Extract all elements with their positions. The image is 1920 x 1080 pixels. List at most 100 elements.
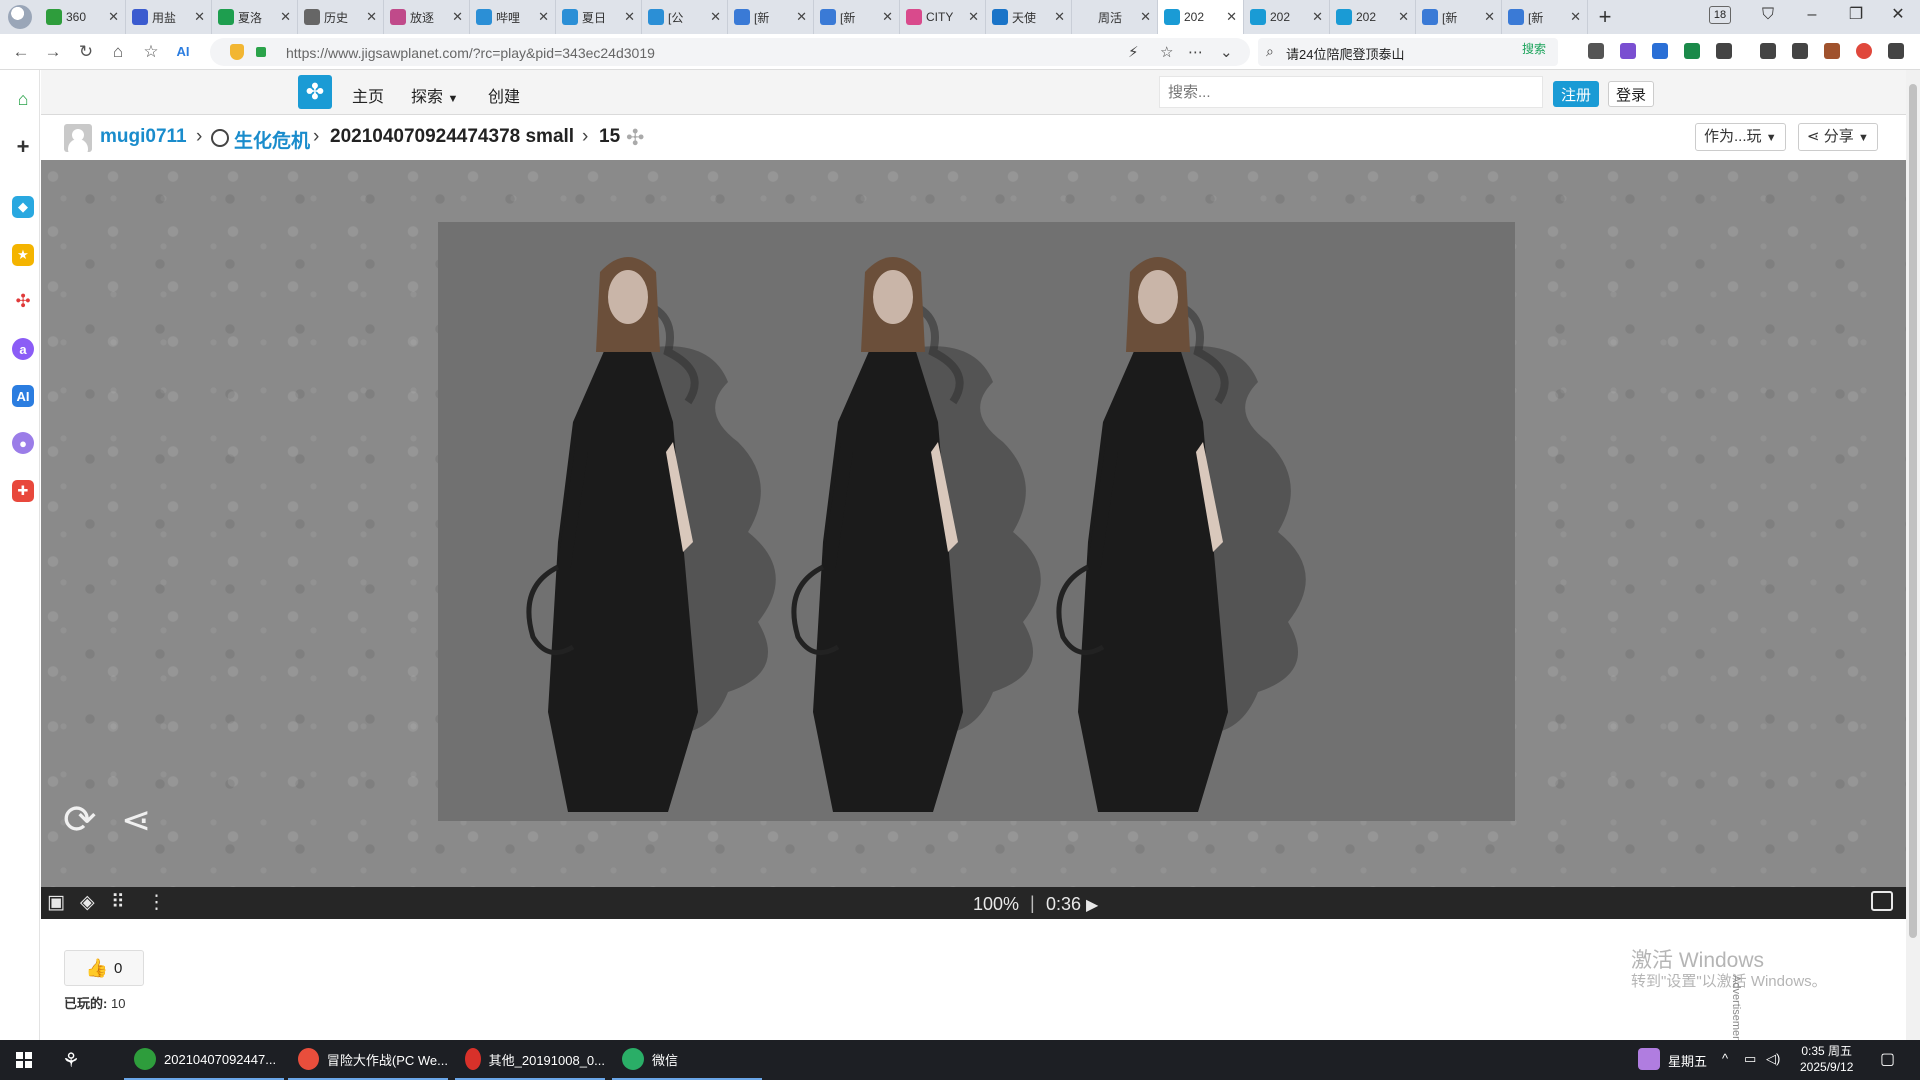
favorites-icon[interactable]: ☆ <box>138 39 164 65</box>
extension-word-icon[interactable] <box>1684 43 1700 59</box>
browser-search-button[interactable]: 搜索 <box>1522 40 1546 57</box>
tab-close-icon[interactable]: ✕ <box>710 9 721 25</box>
notification-icon[interactable]: ▢ <box>1880 1049 1895 1069</box>
sidebar-bot-icon[interactable]: ● <box>12 432 34 454</box>
browser-tab[interactable]: [新 ✕ <box>728 0 814 34</box>
browser-tab[interactable]: 202 ✕ <box>1158 0 1244 34</box>
browser-tab[interactable]: CITY ✕ <box>900 0 986 34</box>
jigsaw-planet-logo-icon[interactable]: ✤ <box>298 75 332 109</box>
sidebar-game-icon[interactable]: ✚ <box>12 480 34 502</box>
tab-close-icon[interactable]: ✕ <box>882 9 893 25</box>
search-taskbar-icon[interactable]: ⚘ <box>62 1048 80 1073</box>
calendar-app-icon[interactable] <box>1638 1048 1660 1070</box>
page-scrollbar[interactable] <box>1906 70 1920 1040</box>
share-dropdown[interactable]: ⋖ 分享 ▼ <box>1798 123 1878 151</box>
share-icon[interactable]: ⋖ <box>121 799 151 841</box>
browser-tab[interactable]: 夏洛 ✕ <box>212 0 298 34</box>
browser-tab[interactable]: 放逐 ✕ <box>384 0 470 34</box>
browser-tab[interactable]: 202 ✕ <box>1330 0 1416 34</box>
undo-icon[interactable] <box>1792 43 1808 59</box>
browser-search-input[interactable]: ⌕ 请24位陪爬登顶泰山 <box>1258 38 1558 66</box>
tab-close-icon[interactable]: ✕ <box>366 9 377 25</box>
sidebar-ai-icon[interactable]: AI <box>12 385 34 407</box>
tab-close-icon[interactable]: ✕ <box>968 9 979 25</box>
home-page-icon[interactable]: ⌂ <box>105 39 131 65</box>
breadcrumb-user-link[interactable]: mugi0711 <box>100 126 187 148</box>
bookmark-star-icon[interactable]: ☆ <box>1160 43 1173 61</box>
taskbar-app-button[interactable]: 20210407092447... <box>124 1040 284 1080</box>
breadcrumb-folder-link[interactable]: 生化危机 <box>234 126 310 153</box>
browser-tab[interactable]: [公 ✕ <box>642 0 728 34</box>
browser-tab[interactable]: [新 ✕ <box>1416 0 1502 34</box>
tab-close-icon[interactable]: ✕ <box>796 9 807 25</box>
tab-close-icon[interactable]: ✕ <box>108 9 119 25</box>
taskbar-app-button[interactable]: 冒险大作战(PC We... <box>288 1040 448 1080</box>
download-icon[interactable] <box>1760 43 1776 59</box>
reload-icon[interactable]: ↻ <box>73 39 99 65</box>
tab-close-icon[interactable]: ✕ <box>1140 9 1151 25</box>
browser-tab[interactable]: 周活 ✕ <box>1072 0 1158 34</box>
browser-tab[interactable]: 夏日 ✕ <box>556 0 642 34</box>
nav-home-link[interactable]: 主页 <box>352 83 384 107</box>
briefcase-icon[interactable] <box>1824 43 1840 59</box>
volume-icon[interactable]: ◁) <box>1766 1051 1780 1067</box>
lightning-icon[interactable]: ⚡ <box>1128 43 1139 61</box>
nav-explore-link[interactable]: 探索 ▼ <box>411 83 458 107</box>
back-icon[interactable]: ← <box>8 39 34 65</box>
browser-tab[interactable]: [新 ✕ <box>1502 0 1588 34</box>
color-wheel-icon[interactable] <box>1856 43 1872 59</box>
url-field[interactable]: https://www.jigsawplanet.com/?rc=play&pi… <box>210 38 1250 66</box>
tab-close-icon[interactable]: ✕ <box>1312 9 1323 25</box>
tab-close-icon[interactable]: ✕ <box>538 9 549 25</box>
extension-search-icon[interactable] <box>1652 43 1668 59</box>
extension-translate-icon[interactable] <box>1620 43 1636 59</box>
taskbar-clock[interactable]: 0:35 周五 2025/9/12 <box>1800 1043 1853 1075</box>
restore-button[interactable]: ❐ <box>1834 0 1878 34</box>
home-icon[interactable]: ⌂ <box>12 88 34 110</box>
tray-chevron-icon[interactable]: ^ <box>1722 1051 1728 1066</box>
minimize-button[interactable]: – <box>1790 0 1834 34</box>
plus-icon[interactable]: + <box>12 134 34 159</box>
scroll-thumb[interactable] <box>1909 84 1917 938</box>
sidebar-ai-circle-icon[interactable]: a <box>12 338 34 360</box>
puzzle-stage[interactable]: ⟳ ⋖ <box>41 160 1906 887</box>
play-as-dropdown[interactable]: 作为...玩 ▼ <box>1695 123 1786 151</box>
browser-tab[interactable]: 用盐 ✕ <box>126 0 212 34</box>
tab-count-badge[interactable]: 18 <box>1709 6 1731 24</box>
avatar[interactable] <box>64 124 92 152</box>
sidebar-star-icon[interactable]: ★ <box>12 244 34 266</box>
register-button[interactable]: 注册 <box>1553 81 1599 107</box>
forward-icon[interactable]: → <box>40 39 66 65</box>
shape-icon[interactable]: ◈ <box>80 891 95 914</box>
sidebar-graph-icon[interactable]: ✣ <box>12 290 34 312</box>
extensions-puzzle-icon[interactable] <box>1716 43 1732 59</box>
tab-close-icon[interactable]: ✕ <box>1484 9 1495 25</box>
login-button[interactable]: 登录 <box>1608 81 1654 107</box>
site-search-input[interactable] <box>1159 76 1543 108</box>
tab-close-icon[interactable]: ✕ <box>280 9 291 25</box>
close-window-button[interactable]: ✕ <box>1876 0 1920 34</box>
restart-icon[interactable]: ⟳ <box>63 797 97 843</box>
search-query-text[interactable]: 请24位陪爬登顶泰山 <box>1286 44 1404 63</box>
menu-icon[interactable] <box>1888 43 1904 59</box>
browser-tab[interactable]: 天使 ✕ <box>986 0 1072 34</box>
network-icon[interactable]: ▭ <box>1744 1051 1756 1067</box>
dropdown-chevron-icon[interactable]: ⌄ <box>1220 43 1233 61</box>
sidebar-app-blue-icon[interactable]: ◆ <box>12 196 34 218</box>
browser-tab[interactable]: [新 ✕ <box>814 0 900 34</box>
tab-close-icon[interactable]: ✕ <box>194 9 205 25</box>
tab-close-icon[interactable]: ✕ <box>1398 9 1409 25</box>
start-button[interactable] <box>0 1040 48 1080</box>
browser-tab[interactable]: 历史 ✕ <box>298 0 384 34</box>
more-options-icon[interactable]: ⋯ <box>1188 43 1203 61</box>
scissors-icon[interactable] <box>1588 43 1604 59</box>
completed-puzzle-image[interactable] <box>438 222 1515 821</box>
nav-create-link[interactable]: 创建 <box>488 83 520 107</box>
tab-close-icon[interactable]: ✕ <box>1570 9 1581 25</box>
tab-close-icon[interactable]: ✕ <box>624 9 635 25</box>
tab-close-icon[interactable]: ✕ <box>452 9 463 25</box>
more-icon[interactable]: ⋮ <box>147 891 166 914</box>
url-text[interactable]: https://www.jigsawplanet.com/?rc=play&pi… <box>286 45 655 61</box>
taskbar-app-button[interactable]: 其他_20191008_0... <box>455 1040 605 1080</box>
browser-tab[interactable]: 哔哩 ✕ <box>470 0 556 34</box>
